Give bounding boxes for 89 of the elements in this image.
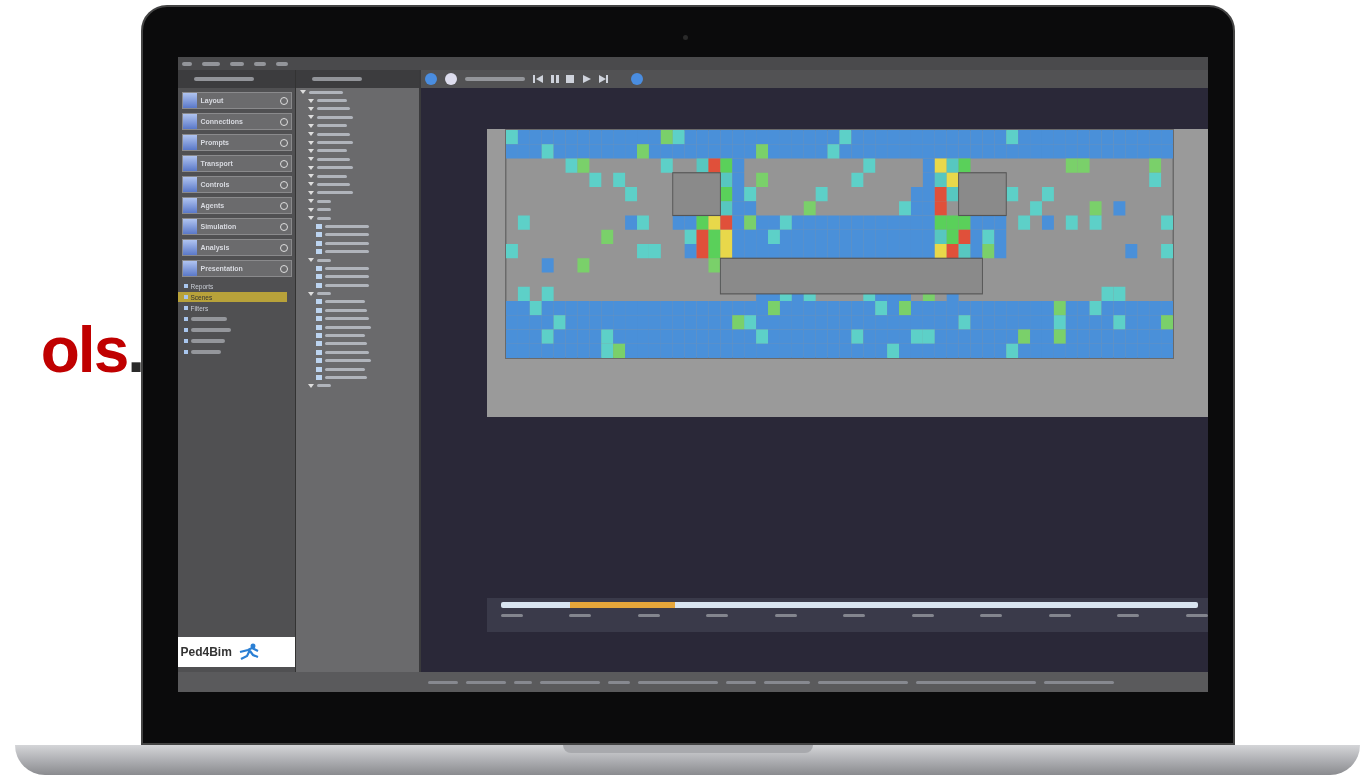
module-icon	[182, 219, 197, 234]
time-label	[1117, 614, 1139, 617]
module-icon	[182, 240, 197, 255]
tree-item[interactable]	[324, 224, 369, 228]
tree-item[interactable]	[316, 157, 350, 161]
item-icon	[183, 350, 188, 354]
module-icon	[182, 198, 197, 213]
item-icon	[183, 328, 188, 332]
status-text	[725, 680, 756, 684]
panel-title	[193, 77, 254, 81]
time-label	[637, 614, 660, 617]
time-label	[500, 614, 523, 617]
logo: Ped4Bim	[177, 637, 295, 667]
tree-item[interactable]	[316, 384, 331, 388]
menu-item[interactable]	[275, 61, 288, 66]
module-icon	[182, 177, 197, 192]
module-icon	[182, 156, 197, 171]
menu-item[interactable]	[229, 61, 244, 66]
tree-item[interactable]	[316, 292, 331, 296]
tree-item[interactable]	[308, 90, 343, 94]
tree-item[interactable]	[324, 233, 369, 237]
tree-item[interactable]	[316, 208, 331, 212]
time-label	[1185, 614, 1208, 617]
expand-arrow-icon[interactable]	[307, 291, 314, 296]
headline-text: ols	[40, 318, 128, 382]
module-icon	[182, 135, 197, 150]
sidebar-item[interactable]	[190, 317, 227, 321]
tree-item[interactable]	[316, 183, 350, 186]
time-label	[980, 614, 1002, 617]
tree-item[interactable]	[316, 191, 353, 195]
timeline-track[interactable]	[500, 602, 1198, 608]
status-text	[763, 680, 810, 684]
time-label	[911, 614, 934, 617]
tree-item[interactable]	[324, 308, 367, 312]
headline-period: .	[127, 318, 143, 382]
menu-item[interactable]	[181, 61, 192, 66]
tree-item[interactable]	[324, 266, 369, 270]
tree-item[interactable]	[324, 359, 371, 363]
module-icon	[182, 261, 197, 276]
item-icon	[183, 317, 188, 321]
expand-arrow-icon[interactable]	[307, 383, 314, 388]
sidebar-item[interactable]	[190, 339, 225, 343]
tree-item[interactable]	[316, 132, 350, 136]
sidebar-item[interactable]	[190, 350, 221, 354]
menu-item[interactable]	[253, 61, 266, 66]
time-label	[706, 614, 728, 617]
expand-arrow-icon[interactable]	[307, 258, 314, 262]
time-label	[843, 614, 865, 617]
tree-item[interactable]	[324, 275, 369, 279]
status-text	[513, 680, 532, 684]
tree-item[interactable]	[316, 141, 353, 145]
tree-item[interactable]	[316, 124, 347, 128]
status-text	[427, 680, 458, 684]
tree-item[interactable]	[316, 115, 353, 119]
tree-item[interactable]	[316, 174, 347, 178]
tree-item[interactable]	[324, 342, 367, 346]
panel-title	[311, 77, 362, 81]
tree-item[interactable]	[324, 375, 367, 379]
time-label	[774, 614, 797, 617]
module-icon	[182, 114, 197, 129]
tree-item[interactable]	[324, 250, 369, 254]
tree-item[interactable]	[316, 166, 353, 170]
dropdown[interactable]	[464, 77, 525, 81]
tree-item[interactable]	[316, 107, 350, 111]
tree-item[interactable]	[324, 300, 365, 304]
tree-item[interactable]	[316, 149, 347, 153]
menu-item[interactable]	[201, 61, 220, 66]
tree-item[interactable]	[316, 199, 331, 203]
status-text	[465, 680, 506, 684]
tree-item[interactable]	[324, 283, 369, 287]
item-icon	[183, 339, 188, 343]
camera-dot	[682, 35, 688, 40]
time-label	[1048, 614, 1071, 617]
tree-item[interactable]	[324, 350, 369, 354]
tree-item[interactable]	[316, 216, 331, 220]
status-text	[539, 680, 600, 684]
runner-icon	[237, 643, 260, 661]
tree-item[interactable]	[324, 325, 371, 329]
status-text	[607, 680, 630, 684]
sidebar-item[interactable]	[190, 328, 231, 332]
tree-item[interactable]	[324, 334, 365, 337]
tree-item[interactable]	[316, 258, 331, 262]
tree-item[interactable]	[324, 241, 369, 245]
tree-item[interactable]	[316, 99, 347, 103]
time-label	[569, 614, 591, 617]
tree-item[interactable]	[324, 317, 369, 321]
status-text	[1043, 680, 1114, 684]
module-icon	[182, 93, 197, 108]
tree-item[interactable]	[324, 367, 365, 371]
